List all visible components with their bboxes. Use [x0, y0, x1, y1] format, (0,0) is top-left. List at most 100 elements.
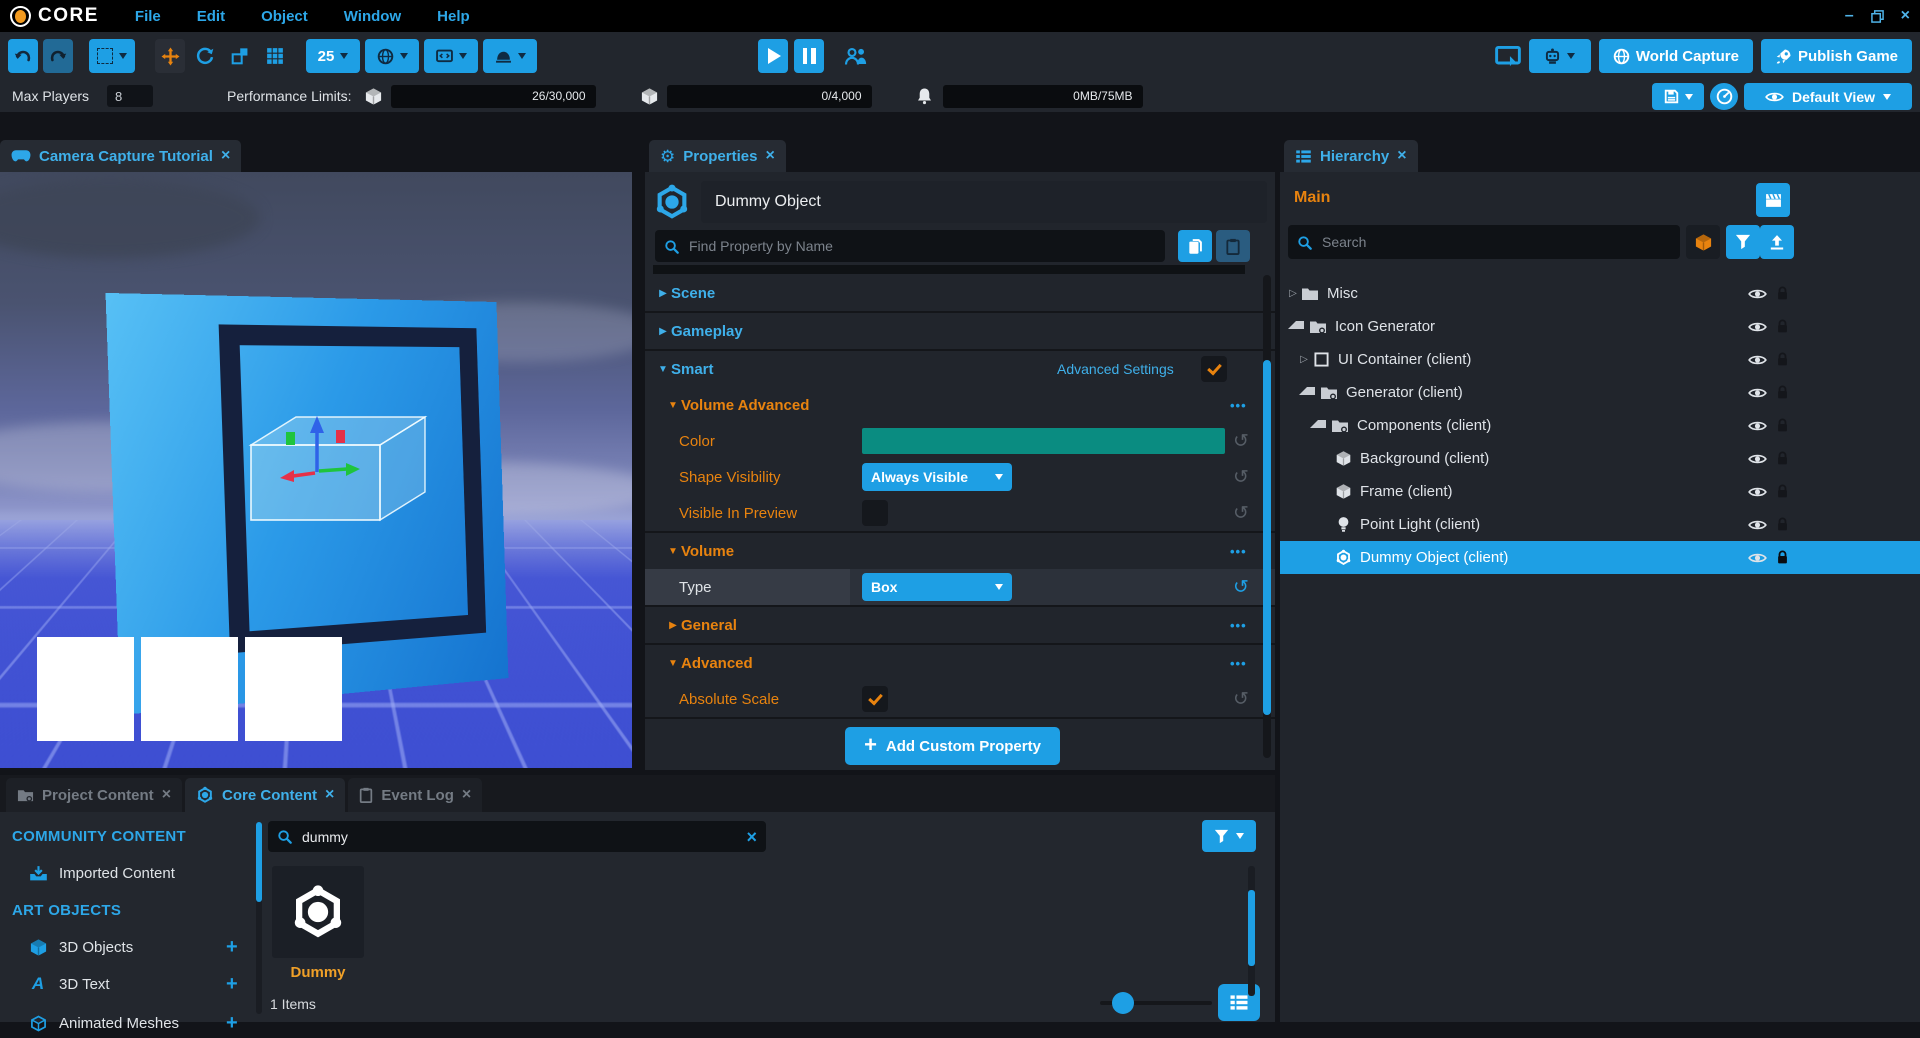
eye-icon[interactable] [1748, 387, 1767, 399]
content-filter-dropdown[interactable] [1202, 820, 1256, 852]
eye-icon[interactable] [1748, 519, 1767, 531]
play-button[interactable] [758, 39, 788, 73]
close-icon[interactable]: × [1397, 148, 1406, 164]
default-view-dropdown[interactable]: Default View [1744, 83, 1912, 110]
save-dropdown[interactable] [1652, 83, 1704, 110]
tree-item-icon-generator[interactable]: Icon Generator [1280, 310, 1920, 343]
scrollbar-thumb[interactable] [256, 822, 262, 902]
tab-properties[interactable]: ⚙ Properties × [649, 140, 786, 172]
collapse-arrow-icon[interactable] [1310, 420, 1326, 428]
tree-item-point-light[interactable]: Point Light (client) [1280, 508, 1920, 541]
eye-icon[interactable] [1748, 321, 1767, 333]
reset-icon[interactable]: ↺ [1233, 504, 1249, 523]
subsection-advanced[interactable]: ▼ Advanced ••• [645, 645, 1275, 681]
absolute-scale-checkbox[interactable] [862, 686, 888, 712]
sidebar-item-animated-meshes[interactable]: Animated Meshes + [0, 1008, 250, 1038]
scrollbar-thumb[interactable] [1248, 890, 1255, 966]
redo-button[interactable] [43, 39, 73, 73]
max-players-input[interactable]: 8 [107, 85, 153, 107]
subsection-volume[interactable]: ▼ Volume ••• [645, 533, 1275, 569]
menu-window[interactable]: Window [344, 8, 401, 25]
sky-dropdown[interactable] [483, 39, 537, 73]
expand-arrow-icon[interactable]: ▷ [1297, 354, 1311, 365]
viewport-3d-scene[interactable] [0, 172, 632, 768]
eye-icon[interactable] [1748, 420, 1767, 432]
collapse-arrow-icon[interactable] [1299, 387, 1315, 395]
selection-mode-dropdown[interactable] [89, 39, 135, 73]
move-tool-button[interactable] [155, 39, 185, 73]
visible-in-preview-checkbox[interactable] [862, 500, 888, 526]
asset-tile-dummy[interactable] [272, 866, 364, 958]
menu-object[interactable]: Object [261, 8, 308, 25]
grid-size-dropdown[interactable]: 25 [306, 39, 360, 73]
section-smart[interactable]: ▼ Smart Advanced Settings [645, 351, 1275, 387]
eye-icon[interactable] [1748, 486, 1767, 498]
subsection-volume-advanced[interactable]: ▼ Volume Advanced ••• [645, 387, 1275, 423]
world-capture-button[interactable]: World Capture [1599, 39, 1753, 73]
lock-icon[interactable] [1776, 418, 1789, 433]
multiplayer-preview-icon[interactable] [844, 47, 868, 66]
reset-icon[interactable]: ↺ [1233, 468, 1249, 487]
find-property-input[interactable] [687, 237, 1156, 255]
reset-icon[interactable]: ↺ [1233, 690, 1249, 709]
eye-icon[interactable] [1748, 552, 1767, 564]
collapse-arrow-icon[interactable]: ▼ [665, 546, 681, 557]
properties-scrollbar[interactable] [1263, 275, 1271, 758]
environment-dropdown[interactable] [365, 39, 419, 73]
sidebar-item-3d-objects[interactable]: 3D Objects + [0, 932, 250, 962]
tree-item-frame[interactable]: Frame (client) [1280, 475, 1920, 508]
find-property-search[interactable] [655, 230, 1165, 262]
screen-share-icon[interactable] [1495, 45, 1521, 68]
tree-item-components[interactable]: Components (client) [1280, 409, 1920, 442]
lock-icon[interactable] [1776, 517, 1789, 532]
add-icon[interactable]: + [226, 936, 238, 959]
scale-tool-button[interactable] [225, 39, 255, 73]
menu-edit[interactable]: Edit [197, 8, 225, 25]
paste-properties-button[interactable] [1216, 230, 1250, 262]
tab-camera-capture-tutorial[interactable]: Camera Capture Tutorial × [0, 140, 241, 172]
type-dropdown[interactable]: Box [862, 573, 1012, 601]
more-options-icon[interactable]: ••• [1230, 656, 1247, 671]
hierarchy-search-input[interactable] [1320, 233, 1671, 251]
clear-search-icon[interactable]: × [746, 828, 757, 846]
lock-icon[interactable] [1776, 352, 1789, 367]
lock-icon[interactable] [1776, 550, 1789, 565]
tab-hierarchy[interactable]: Hierarchy × [1284, 140, 1418, 172]
expand-arrow-icon[interactable]: ▷ [1286, 288, 1300, 299]
slider-thumb[interactable] [1112, 992, 1134, 1014]
add-icon[interactable]: + [226, 1012, 238, 1035]
grid-snap-button[interactable] [260, 39, 290, 73]
collapse-arrow-icon[interactable]: ▼ [665, 658, 681, 669]
eye-icon[interactable] [1748, 288, 1767, 300]
more-options-icon[interactable]: ••• [1230, 544, 1247, 559]
collapse-arrow-icon[interactable] [1288, 321, 1304, 329]
sidebar-item-3d-text[interactable]: A 3D Text + [0, 969, 250, 999]
tree-item-ui-container[interactable]: ▷ UI Container (client) [1280, 343, 1920, 376]
eye-icon[interactable] [1748, 453, 1767, 465]
object-filter-button[interactable] [1686, 225, 1720, 259]
menu-help[interactable]: Help [437, 8, 470, 25]
collapse-arrow-icon[interactable]: ▼ [655, 364, 671, 375]
scrollbar-thumb[interactable] [1263, 360, 1271, 715]
close-icon[interactable]: × [162, 787, 171, 803]
section-scene[interactable]: ▶ Scene [645, 275, 1275, 311]
lock-icon[interactable] [1776, 385, 1789, 400]
tree-item-dummy-object-selected[interactable]: Dummy Object (client) [1280, 541, 1920, 574]
rotate-tool-button[interactable] [190, 39, 220, 73]
more-options-icon[interactable]: ••• [1230, 618, 1247, 633]
hierarchy-search[interactable] [1288, 225, 1680, 259]
close-icon[interactable]: × [221, 148, 230, 164]
eye-icon[interactable] [1748, 354, 1767, 366]
minimize-icon[interactable]: – [1845, 8, 1854, 24]
color-swatch[interactable] [862, 428, 1225, 454]
more-options-icon[interactable]: ••• [1230, 398, 1247, 413]
screenshot-button[interactable] [1756, 183, 1790, 217]
subsection-general[interactable]: ▶ General ••• [645, 607, 1275, 643]
lock-icon[interactable] [1776, 286, 1789, 301]
script-view-dropdown[interactable] [424, 39, 478, 73]
content-search[interactable]: × [268, 821, 766, 852]
close-icon[interactable]: × [765, 148, 774, 164]
export-button[interactable] [1760, 225, 1794, 259]
expand-arrow-icon[interactable]: ▶ [655, 288, 671, 299]
add-icon[interactable]: + [226, 973, 238, 996]
